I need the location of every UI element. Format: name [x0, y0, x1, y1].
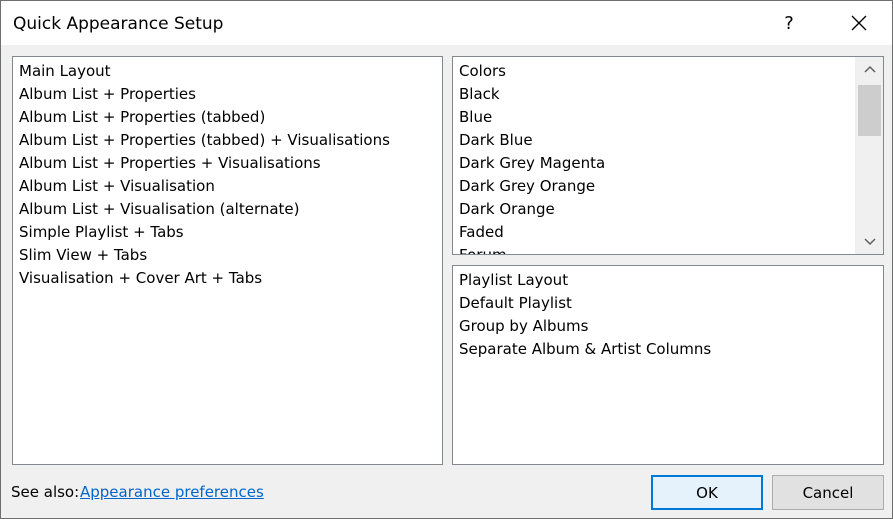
list-item[interactable]: Album List + Properties (tabbed) + Visua… — [13, 129, 442, 152]
see-also-label: See also: — [11, 483, 80, 501]
list-item[interactable]: Forum — [453, 244, 855, 254]
list-item[interactable]: Dark Grey Magenta — [453, 152, 855, 175]
list-item[interactable]: Visualisation + Cover Art + Tabs — [13, 267, 442, 290]
list-item[interactable]: Faded — [453, 221, 855, 244]
ok-button[interactable]: OK — [651, 475, 763, 510]
colors-scrollbar[interactable] — [855, 57, 883, 254]
colors-list-items: Colors Black Blue Dark Blue Dark Grey Ma… — [453, 60, 855, 254]
cancel-button-label: Cancel — [802, 483, 854, 502]
list-item[interactable]: Black — [453, 83, 855, 106]
main-layout-list[interactable]: Main Layout Album List + Properties Albu… — [12, 56, 443, 465]
cancel-button[interactable]: Cancel — [772, 475, 884, 510]
title-bar: Quick Appearance Setup ? — [1, 1, 892, 45]
list-item[interactable]: Slim View + Tabs — [13, 244, 442, 267]
list-item[interactable]: Simple Playlist + Tabs — [13, 221, 442, 244]
close-icon — [851, 15, 867, 31]
chevron-down-icon — [863, 238, 876, 246]
list-item[interactable]: Colors — [453, 60, 855, 83]
playlist-layout-list[interactable]: Playlist Layout Default Playlist Group b… — [452, 265, 884, 465]
list-item[interactable]: Default Playlist — [453, 292, 883, 315]
list-item[interactable]: Dark Blue — [453, 129, 855, 152]
close-button[interactable] — [837, 1, 881, 45]
ok-button-label: OK — [696, 483, 718, 502]
list-item[interactable]: Album List + Properties — [13, 83, 442, 106]
quick-appearance-setup-dialog: Quick Appearance Setup ? Main Layout Alb… — [0, 0, 893, 519]
window-title: Quick Appearance Setup — [13, 14, 224, 34]
list-item[interactable]: Playlist Layout — [453, 269, 883, 292]
chevron-up-icon — [863, 65, 876, 73]
list-item[interactable]: Album List + Properties (tabbed) — [13, 106, 442, 129]
appearance-preferences-link[interactable]: Appearance preferences — [80, 483, 264, 501]
scrollbar-thumb[interactable] — [858, 85, 881, 136]
list-item[interactable]: Dark Grey Orange — [453, 175, 855, 198]
help-icon: ? — [784, 12, 794, 34]
colors-list[interactable]: Colors Black Blue Dark Blue Dark Grey Ma… — [452, 56, 884, 255]
list-item[interactable]: Main Layout — [13, 60, 442, 83]
list-item[interactable]: Group by Albums — [453, 315, 883, 338]
list-item[interactable]: Dark Orange — [453, 198, 855, 221]
scroll-up-button[interactable] — [856, 57, 883, 81]
list-item[interactable]: Blue — [453, 106, 855, 129]
list-item[interactable]: Album List + Visualisation (alternate) — [13, 198, 442, 221]
list-item[interactable]: Album List + Properties + Visualisations — [13, 152, 442, 175]
list-item[interactable]: Album List + Visualisation — [13, 175, 442, 198]
scroll-down-button[interactable] — [856, 230, 883, 254]
help-button[interactable]: ? — [771, 1, 807, 45]
list-item[interactable]: Separate Album & Artist Columns — [453, 338, 883, 361]
